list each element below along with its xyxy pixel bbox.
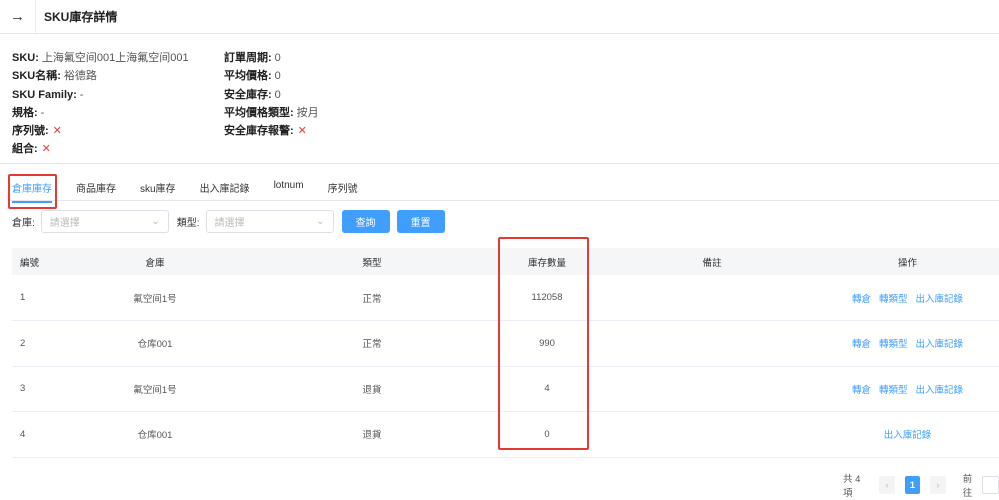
info-label: 序列號: xyxy=(12,125,49,138)
type-label: 類型: xyxy=(176,218,200,229)
warehouse-label: 倉庫: xyxy=(12,218,35,229)
cell-type: 退貨 xyxy=(258,411,486,458)
info-label: 平均價格: xyxy=(224,70,272,83)
cell-type: 退貨 xyxy=(258,366,486,412)
info-label: SKU Family: xyxy=(12,88,77,101)
cell-type: 正常 xyxy=(258,275,486,321)
cell-note xyxy=(608,411,816,458)
info-row: 平均價格: 0 xyxy=(224,67,319,85)
column-header: 類型 xyxy=(258,248,486,275)
info-left: SKU: 上海氟空间001上海氟空间001 SKU名稱: 裕德路 SKU Family:… xyxy=(12,49,189,159)
action-link-1[interactable]: 轉類型 xyxy=(879,339,908,350)
cell-note xyxy=(608,366,816,412)
info-row: 組合: ✕ xyxy=(12,140,189,158)
info-row: 安全庫存: 0 xyxy=(224,86,319,104)
cell-note xyxy=(608,275,816,321)
info-value: - xyxy=(79,88,84,101)
cell-id: 3 xyxy=(12,366,52,412)
info-value: - xyxy=(40,106,45,119)
action-link-2[interactable]: 出入庫記錄 xyxy=(916,385,964,396)
cell-id: 1 xyxy=(12,275,52,321)
info-row: 規格: - xyxy=(12,104,189,122)
type-select[interactable]: 請選擇 ⌄ xyxy=(205,210,334,233)
cell-type: 正常 xyxy=(258,320,486,367)
chevron-down-icon: ⌄ xyxy=(151,216,160,227)
info-label: 安全庫存: xyxy=(224,88,272,101)
info-row: SKU Family: - xyxy=(12,86,189,104)
cell-actions: 轉倉 轉類型 出入庫記錄 xyxy=(816,275,999,321)
pagination: 共 4 項 ‹ 1 › 前往 xyxy=(843,471,999,499)
info-row: 訂單周期: 0 xyxy=(224,49,319,67)
warehouse-select[interactable]: 請選擇 ⌄ xyxy=(40,210,169,233)
cell-id: 2 xyxy=(12,320,52,367)
cross-icon: ✕ xyxy=(297,125,307,138)
prev-page-button[interactable]: ‹ xyxy=(879,476,895,494)
query-button[interactable]: 查詢 xyxy=(341,210,390,233)
chevron-down-icon: ⌄ xyxy=(316,216,325,227)
cell-warehouse: 氟空间1号 xyxy=(52,275,258,321)
highlight-box-tab xyxy=(8,174,57,209)
info-row: SKU: 上海氟空间001上海氟空间001 xyxy=(12,49,189,67)
cell-note xyxy=(608,320,816,367)
warehouse-placeholder: 請選擇 xyxy=(49,218,80,229)
info-row: SKU名稱: 裕德路 xyxy=(12,67,189,85)
info-value: 裕德路 xyxy=(63,70,97,83)
info-row: 平均價格類型: 按月 xyxy=(224,104,319,122)
cell-actions: 出入庫記錄 xyxy=(816,411,999,458)
page-header: → SKU庫存詳情 xyxy=(0,0,999,34)
info-value: 上海氟空间001上海氟空间001 xyxy=(41,52,189,64)
info-value: 0 xyxy=(274,70,281,83)
arrow-right-icon[interactable]: → xyxy=(0,0,36,33)
action-link-2[interactable]: 出入庫記錄 xyxy=(916,294,964,305)
info-row: 序列號: ✕ xyxy=(12,122,189,140)
info-right: 訂單周期: 0 平均價格: 0 安全庫存: 0 平均價格類型: 按月 安全庫存報警: ✕ xyxy=(224,49,319,140)
info-label: SKU名稱: xyxy=(12,70,61,83)
cell-actions: 轉倉 轉類型 出入庫記錄 xyxy=(816,320,999,367)
cell-warehouse: 氟空间1号 xyxy=(52,366,258,412)
column-header: 備註 xyxy=(608,248,816,275)
info-label: SKU: xyxy=(12,52,39,64)
next-page-button[interactable]: › xyxy=(930,476,946,494)
goto-page-input[interactable] xyxy=(982,476,999,494)
info-label: 安全庫存報警: xyxy=(224,125,294,138)
cell-warehouse: 仓库001 xyxy=(52,320,258,367)
page-1-button[interactable]: 1 xyxy=(904,476,921,494)
cross-icon: ✕ xyxy=(52,125,62,138)
reset-button[interactable]: 重置 xyxy=(396,210,445,233)
cell-warehouse: 仓库001 xyxy=(52,411,258,458)
info-label: 平均價格類型: xyxy=(224,106,294,119)
info-value: 0 xyxy=(274,88,281,101)
column-header: 編號 xyxy=(12,248,52,275)
action-link-0[interactable]: 轉倉 xyxy=(852,294,871,305)
filter-bar: 倉庫: 請選擇 ⌄ 類型: 請選擇 ⌄ 查詢 重置 xyxy=(12,210,452,233)
action-link-1[interactable]: 轉類型 xyxy=(879,385,908,396)
column-header: 操作 xyxy=(816,248,999,275)
info-label: 組合: xyxy=(12,143,38,156)
action-link-0[interactable]: 出入庫記錄 xyxy=(884,430,932,441)
goto-label: 前往 xyxy=(962,474,973,499)
cell-actions: 轉倉 轉類型 出入庫記錄 xyxy=(816,366,999,412)
info-label: 規格: xyxy=(12,106,38,119)
info-label: 訂單周期: xyxy=(224,52,272,64)
total-count: 共 4 項 xyxy=(843,474,861,499)
action-link-0[interactable]: 轉倉 xyxy=(852,339,871,350)
action-link-2[interactable]: 出入庫記錄 xyxy=(916,339,964,350)
tab-divider xyxy=(8,200,999,201)
info-row: 安全庫存報警: ✕ xyxy=(224,122,319,140)
action-link-0[interactable]: 轉倉 xyxy=(852,385,871,396)
info-value: 按月 xyxy=(296,106,319,119)
cell-id: 4 xyxy=(12,411,52,458)
divider xyxy=(0,163,999,164)
cross-icon: ✕ xyxy=(41,143,51,156)
info-value: 0 xyxy=(274,52,281,64)
page-title: SKU庫存詳情 xyxy=(44,10,118,24)
highlight-box-qty xyxy=(498,237,589,450)
action-link-1[interactable]: 轉類型 xyxy=(879,294,908,305)
type-placeholder: 請選擇 xyxy=(214,218,245,229)
column-header: 倉庫 xyxy=(52,248,258,275)
